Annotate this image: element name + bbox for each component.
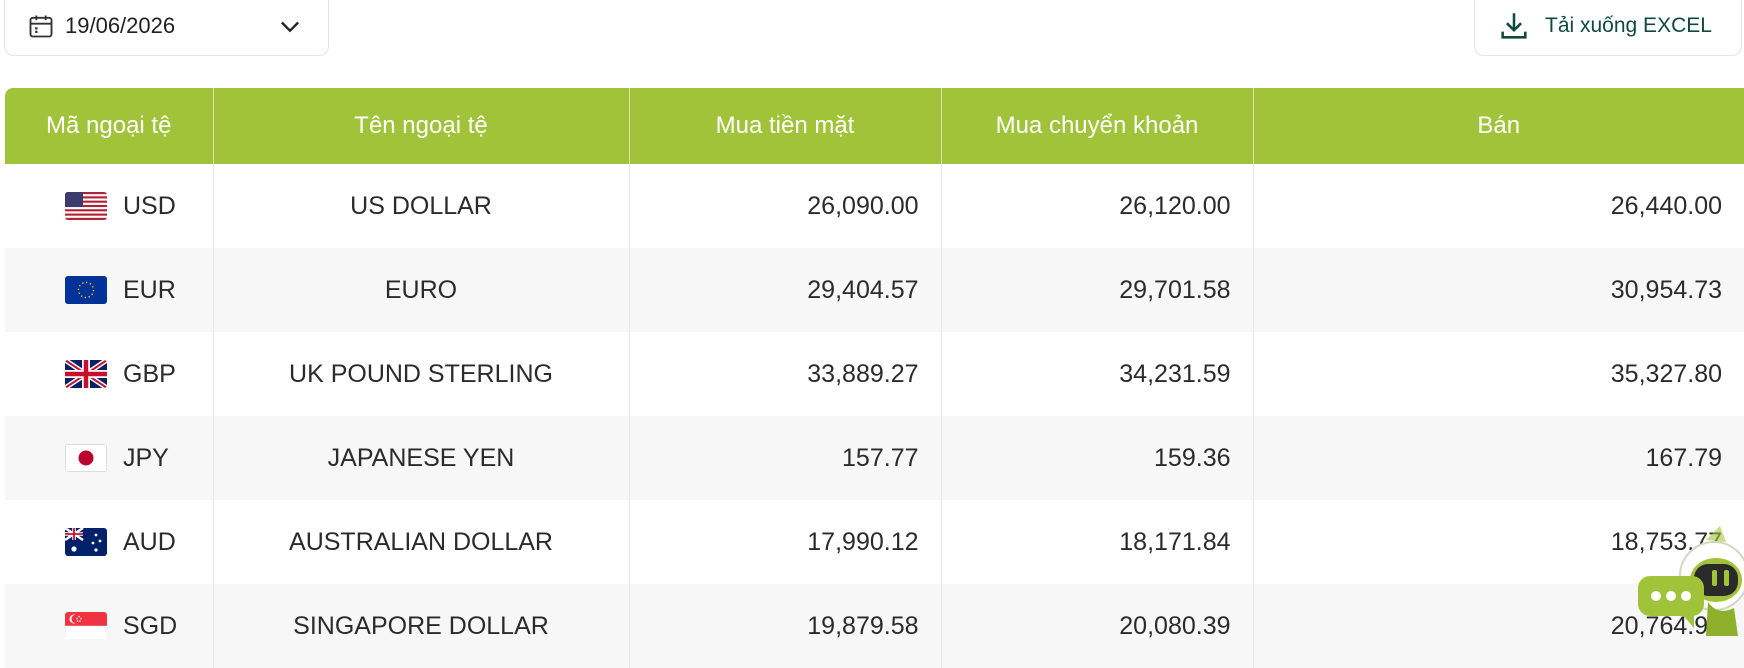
currency-name: AUSTRALIAN DOLLAR (213, 500, 630, 584)
transfer-buy-value: 34,231.59 (941, 332, 1254, 416)
table-row: EUR EURO 29,404.57 29,701.58 30,954.73 (5, 248, 1744, 332)
currency-name: JAPANESE YEN (213, 416, 630, 500)
table-row: USD US DOLLAR 26,090.00 26,120.00 26,440… (5, 164, 1744, 248)
download-icon (1501, 13, 1527, 39)
table-row: GBP UK POUND STERLING 33,889.27 34,231.5… (5, 332, 1744, 416)
transfer-buy-value: 29,701.58 (941, 248, 1254, 332)
exchange-rate-table: Mã ngoại tệ Tên ngoại tệ Mua tiền mặt Mu… (5, 88, 1744, 668)
sell-value: 167.79 (1253, 416, 1744, 500)
download-label: Tải xuống EXCEL (1545, 14, 1712, 37)
japan-flag-icon (65, 444, 107, 472)
header-transfer-buy: Mua chuyển khoản (941, 88, 1254, 164)
sell-value: 26,440.00 (1253, 164, 1744, 248)
date-value: 19/06/2026 (65, 13, 176, 38)
transfer-buy-value: 18,171.84 (941, 500, 1254, 584)
calendar-icon (29, 15, 53, 38)
transfer-buy-value: 159.36 (941, 416, 1254, 500)
currency-code: SGD (123, 611, 178, 640)
table-row: SGD SINGAPORE DOLLAR 19,879.58 20,080.39… (5, 584, 1744, 668)
singapore-flag-icon (65, 612, 107, 640)
transfer-buy-value: 20,080.39 (941, 584, 1254, 668)
currency-code: EUR (123, 275, 176, 304)
download-excel-button[interactable]: Tải xuống EXCEL (1474, 0, 1742, 56)
currency-code: AUD (123, 527, 176, 556)
header-sell: Bán (1253, 88, 1744, 164)
currency-name: US DOLLAR (213, 164, 630, 248)
currency-code: JPY (123, 443, 169, 472)
chatbot-icon[interactable] (1636, 522, 1744, 648)
currency-code: GBP (123, 359, 176, 388)
transfer-buy-value: 26,120.00 (941, 164, 1254, 248)
table-row: AUD AUSTRALIAN DOLLAR 17,990.12 18,171.8… (5, 500, 1744, 584)
chevron-down-icon[interactable] (276, 12, 304, 40)
currency-name: UK POUND STERLING (213, 332, 630, 416)
header-currency-code: Mã ngoại tệ (5, 88, 214, 164)
currency-code: USD (123, 191, 176, 220)
header-cash-buy: Mua tiền mặt (629, 88, 942, 164)
cash-buy-value: 157.77 (629, 416, 942, 500)
date-picker[interactable]: 19/06/2026 (4, 0, 329, 56)
cash-buy-value: 33,889.27 (629, 332, 942, 416)
sell-value: 30,954.73 (1253, 248, 1744, 332)
cash-buy-value: 17,990.12 (629, 500, 942, 584)
eu-flag-icon (65, 276, 107, 304)
table-header-row: Mã ngoại tệ Tên ngoại tệ Mua tiền mặt Mu… (5, 88, 1744, 164)
uk-flag-icon (65, 360, 107, 388)
currency-name: SINGAPORE DOLLAR (213, 584, 630, 668)
australia-flag-icon (65, 528, 107, 556)
cash-buy-value: 19,879.58 (629, 584, 942, 668)
us-flag-icon (65, 192, 107, 220)
sell-value: 35,327.80 (1253, 332, 1744, 416)
cash-buy-value: 29,404.57 (629, 248, 942, 332)
currency-name: EURO (213, 248, 630, 332)
header-currency-name: Tên ngoại tệ (213, 88, 630, 164)
cash-buy-value: 26,090.00 (629, 164, 942, 248)
table-row: JPY JAPANESE YEN 157.77 159.36 167.79 (5, 416, 1744, 500)
